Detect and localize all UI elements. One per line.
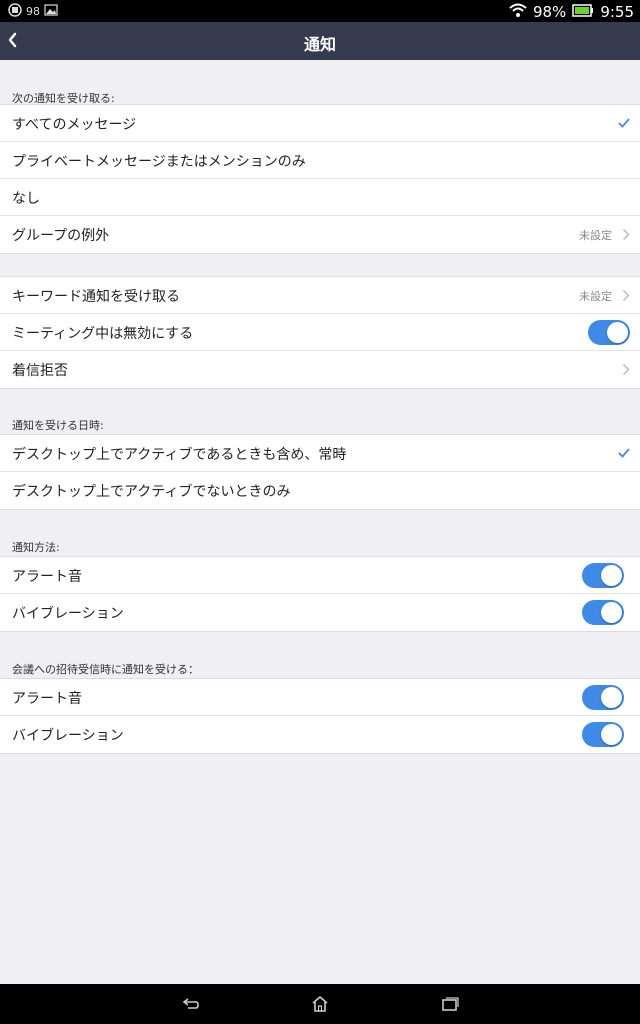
recent-apps-icon [442, 997, 459, 1011]
invite-alert-sound: アラート音 [0, 679, 640, 716]
row-value: 未設定 [579, 290, 612, 303]
row-value: 未設定 [579, 229, 612, 242]
group-exceptions[interactable]: グループの例外 未設定 [0, 216, 640, 253]
toggle-knob [601, 687, 622, 708]
when-inactive-only[interactable]: デスクトップ上でアクティブでないときのみ [0, 472, 640, 509]
image-icon [44, 4, 58, 19]
row-label: バイブレーション [12, 606, 124, 622]
method-vibration: バイブレーション [0, 594, 640, 631]
row-label: すべてのメッセージ [12, 117, 137, 133]
method-alert-sound: アラート音 [0, 557, 640, 594]
meeting-invite-group: アラート音 バイブレーション [0, 678, 640, 754]
back-nav-button[interactable] [180, 994, 200, 1014]
options-group: キーワード通知を受け取る 未設定 ミーティング中は無効にする 着信拒否 [0, 276, 640, 389]
notification-app-icon [8, 3, 22, 20]
status-left-badge: 98 [26, 5, 40, 18]
invite-alert-sound-toggle[interactable] [582, 685, 624, 710]
method-group: アラート音 バイブレーション [0, 556, 640, 632]
row-label: バイブレーション [12, 728, 124, 744]
receive-private-or-mention[interactable]: プライベートメッセージまたはメンションのみ [0, 142, 640, 179]
disable-during-meeting: ミーティング中は無効にする [0, 314, 640, 351]
method-section-heading: 通知方法: [12, 541, 60, 554]
home-icon [312, 995, 328, 1012]
invite-vibration: バイブレーション [0, 716, 640, 753]
page-title: 通知 [303, 35, 336, 54]
row-label: デスクトップ上でアクティブでないときのみ [12, 484, 291, 500]
wifi-icon [509, 2, 527, 22]
receive-group: すべてのメッセージ プライベートメッセージまたはメンションのみ なし グループの… [0, 104, 640, 254]
row-label: なし [12, 191, 40, 207]
chevron-right-icon [622, 289, 630, 302]
receive-none[interactable]: なし [0, 179, 640, 216]
chevron-right-icon [622, 228, 630, 241]
when-always[interactable]: デスクトップ上でアクティブであるときも含め、常時 [0, 435, 640, 472]
back-arrow-icon [182, 998, 199, 1009]
app-bar: 通知 [0, 22, 640, 60]
toggle-knob [601, 565, 622, 586]
toggle-knob [601, 602, 622, 623]
when-section-heading: 通知を受ける日時: [12, 419, 104, 432]
invite-vibration-toggle[interactable] [582, 722, 624, 747]
vibration-toggle[interactable] [582, 600, 624, 625]
row-label: プライベートメッセージまたはメンションのみ [12, 154, 306, 170]
battery-percent: 98% [532, 3, 567, 21]
recent-apps-nav-button[interactable] [440, 994, 460, 1014]
chevron-right-icon [622, 363, 630, 376]
navigation-bar [0, 984, 640, 1024]
keyword-notifications[interactable]: キーワード通知を受け取る 未設定 [0, 277, 640, 314]
row-label: 着信拒否 [12, 363, 68, 379]
disable-during-meeting-toggle[interactable] [588, 320, 630, 345]
alert-sound-toggle[interactable] [582, 563, 624, 588]
checkmark-icon [618, 118, 630, 128]
toggle-knob [607, 322, 628, 343]
status-bar: 98 98% 9:55 [0, 0, 640, 22]
when-group: デスクトップ上でアクティブであるときも含め、常時 デスクトップ上でアクティブでな… [0, 434, 640, 510]
home-nav-button[interactable] [310, 994, 330, 1014]
row-label: アラート音 [12, 691, 82, 707]
meeting-invite-section-heading: 会議への招待受信時に通知を受ける： [12, 663, 199, 676]
battery-icon [572, 3, 594, 21]
row-label: キーワード通知を受け取る [12, 289, 180, 305]
receive-all-messages[interactable]: すべてのメッセージ [0, 105, 640, 142]
clock: 9:55 [600, 3, 634, 21]
row-label: アラート音 [12, 569, 82, 585]
row-label: グループの例外 [12, 228, 110, 244]
checkmark-icon [618, 448, 630, 458]
row-label: デスクトップ上でアクティブであるときも含め、常時 [12, 447, 347, 463]
toggle-knob [601, 724, 622, 745]
row-label: ミーティング中は無効にする [12, 326, 194, 342]
do-not-disturb[interactable]: 着信拒否 [0, 351, 640, 388]
